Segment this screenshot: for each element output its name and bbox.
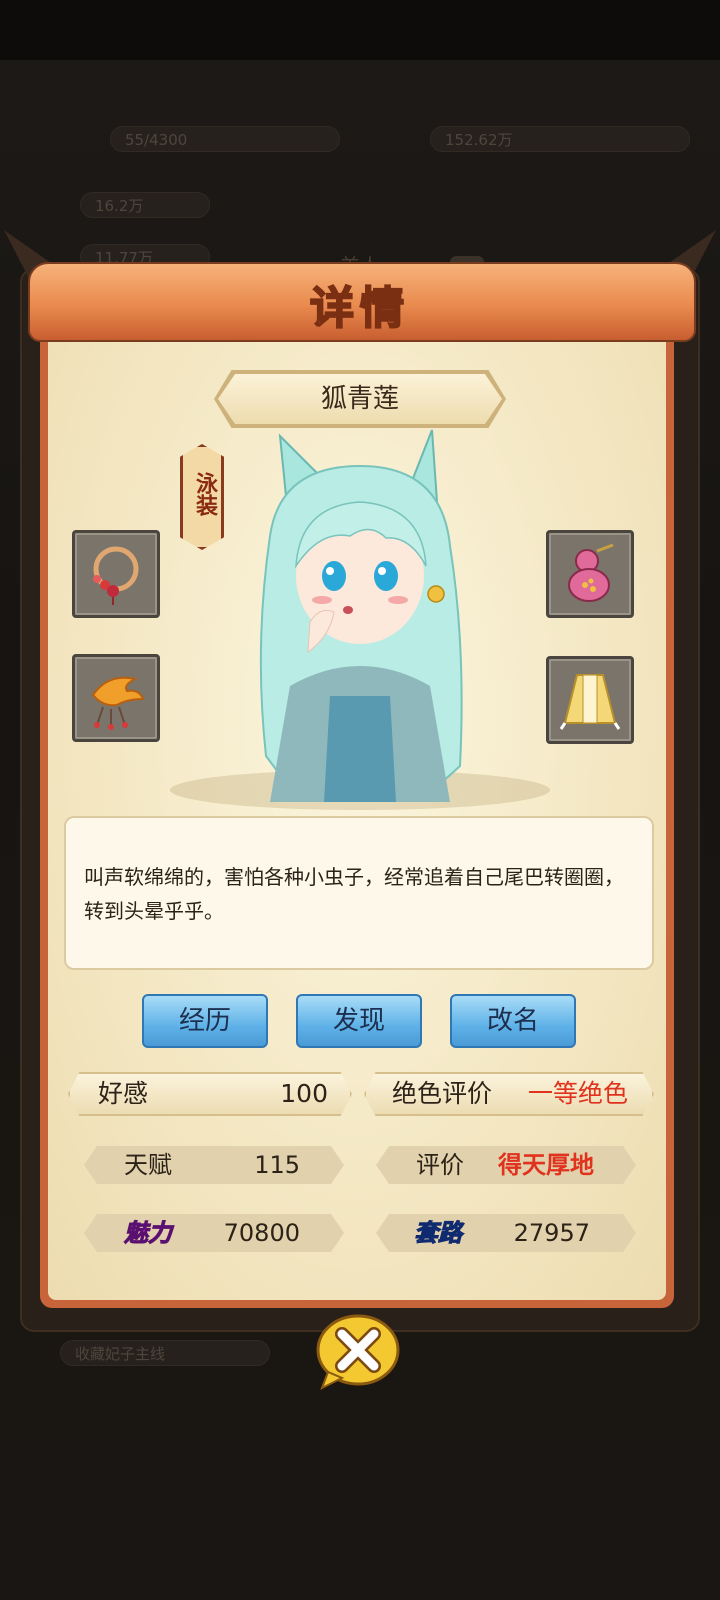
rename-button[interactable]: 改名 <box>450 994 576 1048</box>
top-status-area <box>0 0 720 60</box>
talent-value: 115 <box>254 1151 300 1179</box>
character-description: 叫声软绵绵的，害怕各种小虫子，经常追着自己尾巴转圈圈，转到头晕乎乎。 <box>84 865 624 923</box>
character-portrait <box>259 429 463 802</box>
discover-button[interactable]: 发现 <box>296 994 422 1048</box>
equip-slot-necklace[interactable] <box>72 530 160 618</box>
trick-label: 套路 <box>414 1219 463 1248</box>
charm-value: 70800 <box>223 1219 300 1247</box>
beauty-rating-label: 绝色评价 <box>392 1079 493 1108</box>
equip-slot-robe[interactable] <box>546 656 634 744</box>
bg-resource-bar: 55/4300 <box>110 126 340 152</box>
talent-label: 天赋 <box>124 1151 172 1179</box>
rating-value: 得天厚地 <box>498 1151 594 1179</box>
talent-bar <box>84 1146 344 1184</box>
robe-icon <box>559 674 621 730</box>
favor-label: 好感 <box>98 1079 149 1108</box>
bg-quest-bar: 收藏妃子主线 <box>60 1340 270 1366</box>
necklace-icon <box>93 546 139 605</box>
bottom-nav-area <box>0 1440 720 1600</box>
close-button[interactable] <box>314 1312 402 1392</box>
bg-resource-bar: 152.62万 <box>430 126 690 152</box>
equip-slot-ornament[interactable] <box>72 654 160 742</box>
phoenix-ornament-icon <box>91 676 145 730</box>
gourd-icon <box>568 543 614 602</box>
equip-slot-gourd[interactable] <box>546 530 634 618</box>
trick-value: 27957 <box>513 1219 590 1247</box>
charm-label: 魅力 <box>124 1219 173 1248</box>
dialog-title: 详情 <box>309 282 410 335</box>
character-name: 狐青莲 <box>320 384 399 414</box>
favor-value: 100 <box>280 1079 328 1108</box>
rating-label: 评价 <box>416 1151 464 1179</box>
history-button[interactable]: 经历 <box>142 994 268 1048</box>
bg-resource-bar: 16.2万 <box>80 192 210 218</box>
beauty-rating-value: 一等绝色 <box>527 1079 628 1108</box>
